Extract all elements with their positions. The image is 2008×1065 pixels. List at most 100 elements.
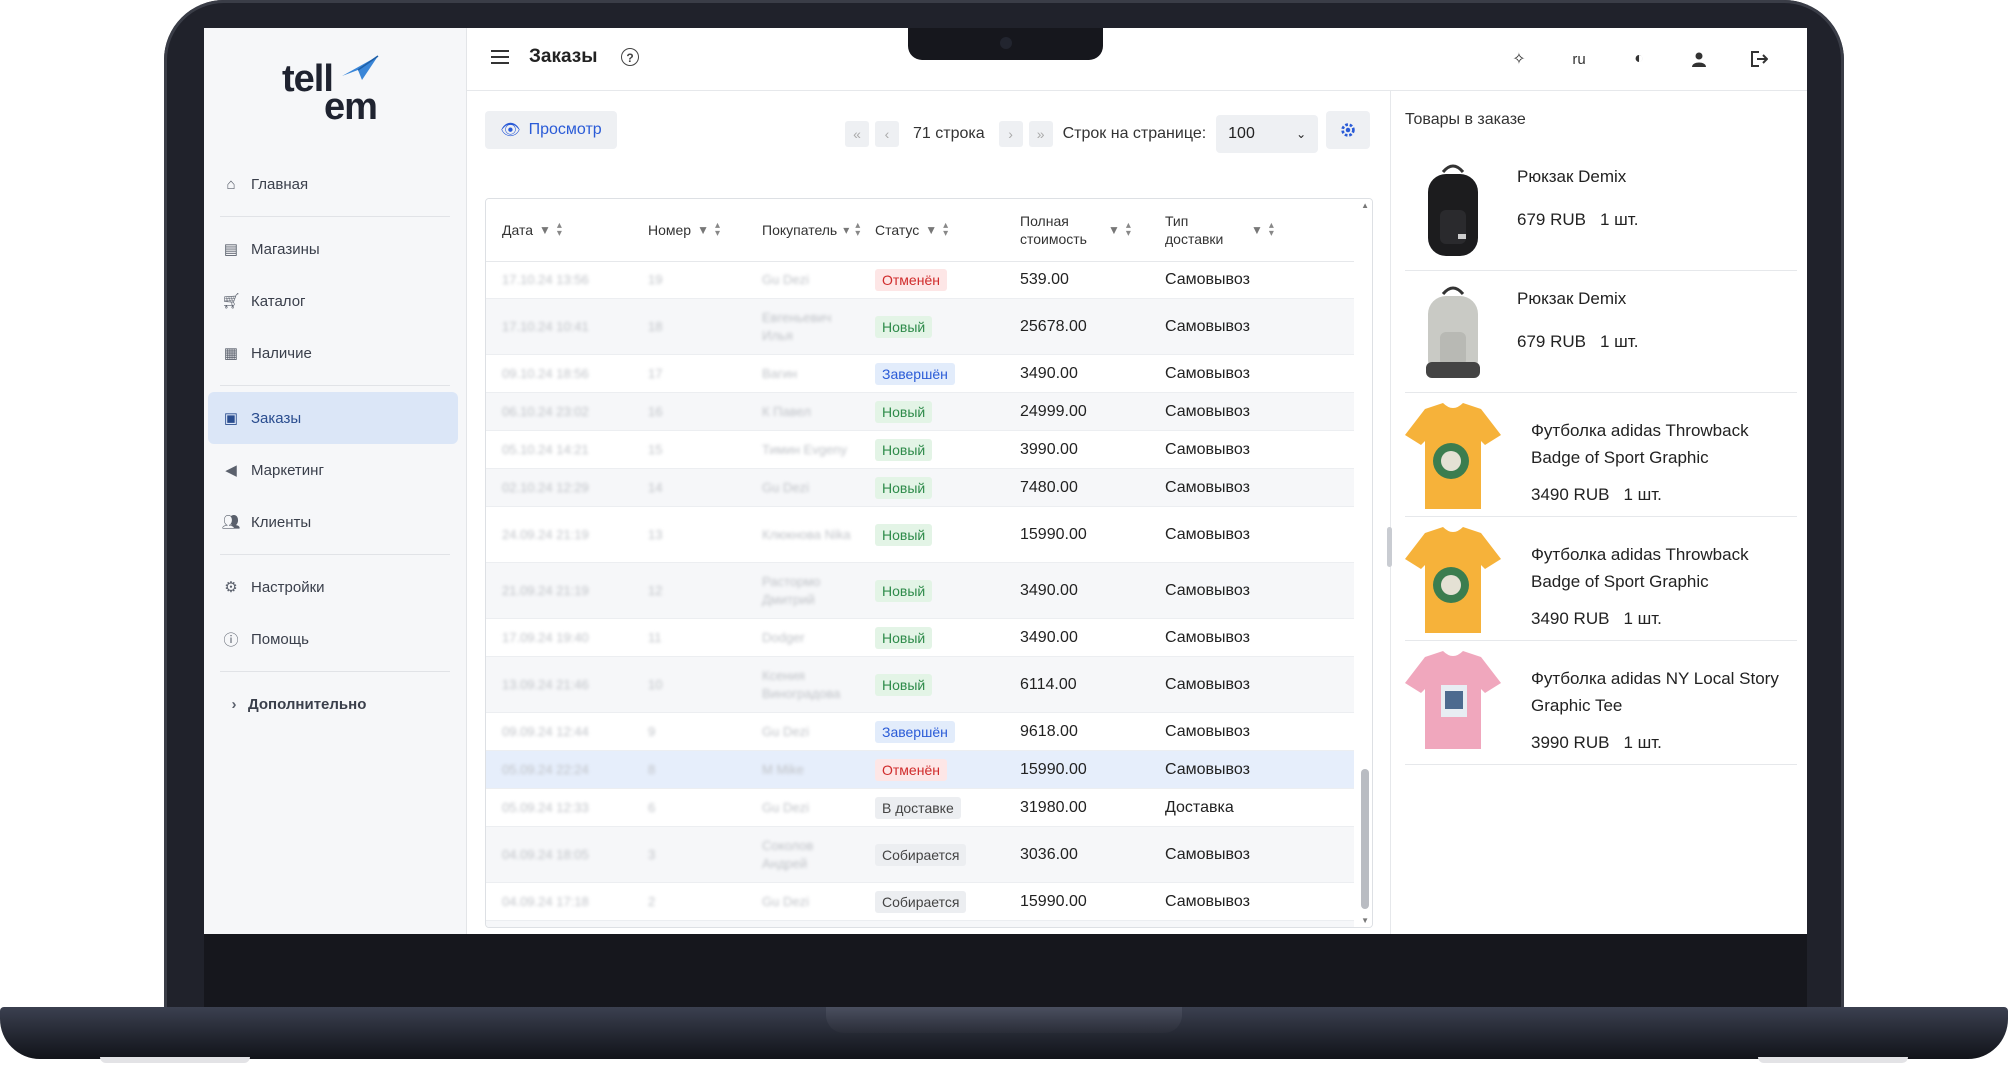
scrollbar-thumb[interactable] bbox=[1361, 769, 1369, 909]
order-item-price: 679 RUB bbox=[1517, 332, 1586, 351]
view-button[interactable]: 👁︎ Просмотр bbox=[485, 111, 617, 149]
sidebar-item-marketing[interactable]: ◀ Маркетинг bbox=[204, 444, 466, 496]
filter-icon[interactable]: ▼ bbox=[1251, 223, 1263, 237]
blurred-value: Gu Dezi bbox=[762, 271, 809, 287]
cell-number: 13 bbox=[632, 526, 746, 544]
column-label: Покупатель bbox=[762, 222, 838, 238]
table-row[interactable]: 17.09.24 19:40 11 Dodger Новый 3490.00 Самовы… bbox=[486, 619, 1354, 657]
table-row[interactable]: 13.09.24 21:46 10 Ксения Виноградова Новый 6… bbox=[486, 657, 1354, 713]
table-row[interactable]: 04.09.24 17:18 2 Gu Dezi Собирается 15990.00… bbox=[486, 883, 1354, 921]
table-row[interactable]: 09.09.24 12:44 9 Gu Dezi Завершён 9618.00 Сам… bbox=[486, 713, 1354, 751]
contrast-icon[interactable]: ◐ bbox=[1609, 46, 1669, 72]
blurred-value: 12 bbox=[648, 582, 663, 598]
camera-notch bbox=[908, 28, 1103, 60]
status-badge: Завершён bbox=[875, 362, 955, 385]
sidebar-item-stock[interactable]: ▦ Наличие bbox=[204, 327, 466, 379]
sort-icon[interactable]: ▴ ▾ bbox=[1269, 221, 1274, 239]
cell-value: 25678.00 bbox=[1020, 317, 1087, 335]
blurred-value: 09.09.24 12:44 bbox=[502, 723, 589, 739]
cell-buyer: Растормо Дмитрий bbox=[746, 573, 859, 609]
blurred-value: 09.10.24 18:56 bbox=[502, 365, 589, 381]
cell-buyer: Ксения Виноградова bbox=[746, 667, 859, 703]
tshirt-image bbox=[1405, 641, 1501, 764]
sidebar-item-orders[interactable]: ▣ Заказы bbox=[208, 392, 458, 444]
cell-value: 15990.00 bbox=[1020, 892, 1087, 910]
column-label: Статус bbox=[875, 222, 920, 238]
column-buyer[interactable]: Покупатель ▾ ▴ ▾ bbox=[746, 199, 860, 261]
sort-icon[interactable]: ▴ ▾ bbox=[715, 221, 720, 239]
cell-date: 05.09.24 12:33 bbox=[486, 799, 632, 817]
table-settings-button[interactable] bbox=[1326, 111, 1370, 149]
language-switch[interactable]: ru bbox=[1549, 46, 1609, 72]
column-date[interactable]: Дата ▼ ▴ ▾ bbox=[486, 199, 632, 261]
cell-delivery: Доставка bbox=[1149, 799, 1354, 817]
prev-page-button[interactable]: ‹ bbox=[875, 121, 899, 147]
column-status[interactable]: Статус ▼ ▴ ▾ bbox=[859, 199, 1004, 261]
next-page-button[interactable]: › bbox=[998, 121, 1023, 147]
filter-icon[interactable]: ▼ bbox=[697, 223, 709, 237]
filter-icon[interactable]: ▼ bbox=[925, 223, 937, 237]
table-row[interactable]: 17.10.24 13:56 19 Gu Dezi Отменён 539.00 Само… bbox=[486, 261, 1354, 299]
cell-number: 18 bbox=[632, 318, 746, 336]
sort-icon[interactable]: ▴ ▾ bbox=[557, 221, 562, 239]
table-row[interactable]: 04.09.24 18:05 3 Соколов Андрей Собирается 3… bbox=[486, 827, 1354, 883]
table-row[interactable]: 05.10.24 14:21 15 Тимин Evgeny Новый 3990.00… bbox=[486, 431, 1354, 469]
table-scrollbar[interactable]: ▲ ▼ bbox=[1358, 199, 1372, 927]
scroll-down-icon[interactable]: ▼ bbox=[1361, 916, 1369, 925]
sidebar-item-clients[interactable]: 👥︎ Клиенты bbox=[204, 496, 466, 548]
table-row[interactable]: 09.10.24 18:56 17 Вагин Завершён 3490.00 Само… bbox=[486, 355, 1354, 393]
cell-number: 19 bbox=[632, 271, 746, 289]
last-page-button[interactable]: » bbox=[1028, 121, 1053, 147]
cell-total: 6114.00 bbox=[1004, 676, 1149, 694]
column-total[interactable]: Полная стоимость ▼ ▴ ▾ bbox=[1004, 199, 1149, 261]
table-row[interactable]: 21.09.24 21:19 12 Растормо Дмитрий Новый 349… bbox=[486, 563, 1354, 619]
column-label: Полная стоимость bbox=[1020, 213, 1087, 247]
cell-status: Новый bbox=[859, 626, 1004, 649]
table-row[interactable]: 02.10.24 12:29 14 Gu Dezi Новый 7480.00 Самов… bbox=[486, 469, 1354, 507]
table-row[interactable]: 05.09.24 22:24 8 M Mike Отменён 15990.00 Само… bbox=[486, 751, 1354, 789]
sidebar-item-extra[interactable]: › Дополнительно bbox=[204, 678, 466, 730]
blurred-value: 17.09.24 19:40 bbox=[502, 629, 589, 645]
sidebar-item-stores[interactable]: ▤ Магазины bbox=[204, 223, 466, 275]
status-badge: В доставке bbox=[875, 796, 961, 819]
user-icon[interactable] bbox=[1669, 46, 1729, 72]
sort-icon[interactable]: ▴ ▾ bbox=[1126, 221, 1131, 239]
sort-icon[interactable]: ▴ ▾ bbox=[943, 221, 948, 239]
blurred-value: 17.10.24 10:41 bbox=[502, 318, 589, 334]
order-item[interactable]: Рюкзак Demix 679 RUB 1 шт. bbox=[1405, 271, 1797, 393]
sidebar-item-help[interactable]: ⓘ Помощь bbox=[204, 613, 466, 665]
logo[interactable]: tell em bbox=[282, 52, 402, 128]
order-item[interactable]: Рюкзак Demix 679 RUB 1 шт. bbox=[1405, 149, 1797, 271]
table-row[interactable]: 17.10.24 10:41 18 Евгеньевич Илья Новый 2567… bbox=[486, 299, 1354, 355]
table-row[interactable]: 06.10.24 23:02 16 К Павел Новый 24999.00 Само… bbox=[486, 393, 1354, 431]
menu-icon[interactable] bbox=[491, 50, 509, 64]
filter-icon[interactable]: ▾ bbox=[843, 223, 849, 237]
column-delivery[interactable]: Тип доставки ▼ ▴ ▾ bbox=[1149, 199, 1354, 261]
column-number[interactable]: Номер ▼ ▴ ▾ bbox=[632, 199, 746, 261]
logout-icon[interactable] bbox=[1729, 46, 1789, 72]
blurred-value: Dodger bbox=[762, 629, 805, 645]
order-item[interactable]: Футболка adidas Throwback Badge of Sport… bbox=[1405, 393, 1797, 517]
sidebar-item-settings[interactable]: ⚙ Настройки bbox=[204, 561, 466, 613]
resize-handle[interactable] bbox=[1387, 527, 1392, 567]
table-row[interactable]: 05.09.24 12:33 6 Gu Dezi В доставке 31980.00… bbox=[486, 789, 1354, 827]
cell-delivery: Самовывоз bbox=[1149, 629, 1354, 647]
cell-number: 14 bbox=[632, 479, 746, 497]
cell-value: Самовывоз bbox=[1165, 845, 1250, 863]
rows-per-page-select[interactable]: 100 ⌄ bbox=[1216, 115, 1319, 153]
table-row[interactable]: 24.09.24 21:19 13 Клюкнова Nika Новый 15990.… bbox=[486, 507, 1354, 563]
cell-date: 05.10.24 14:21 bbox=[486, 441, 632, 459]
sidebar-item-catalog[interactable]: 🛒︎ Каталог bbox=[204, 275, 466, 327]
magic-wand-icon[interactable]: ✧ bbox=[1489, 46, 1549, 72]
first-page-button[interactable]: « bbox=[845, 121, 869, 147]
table-row[interactable]: 04.09.24 17:141Gu DeziЗавершён15990.00Са… bbox=[486, 921, 1354, 927]
sidebar-item-home[interactable]: ⌂ Главная bbox=[204, 158, 466, 210]
order-item[interactable]: Футболка adidas Throwback Badge of Sport… bbox=[1405, 517, 1797, 641]
scroll-up-icon[interactable]: ▲ bbox=[1361, 201, 1369, 210]
filter-icon[interactable]: ▼ bbox=[539, 223, 551, 237]
order-item[interactable]: Футболка adidas NY Local Story Graphic T… bbox=[1405, 641, 1797, 765]
blurred-value: Тимин Evgeny bbox=[762, 441, 847, 457]
help-icon[interactable]: ? bbox=[621, 48, 639, 66]
blurred-value: 11 bbox=[648, 629, 662, 645]
filter-icon[interactable]: ▼ bbox=[1108, 223, 1120, 237]
